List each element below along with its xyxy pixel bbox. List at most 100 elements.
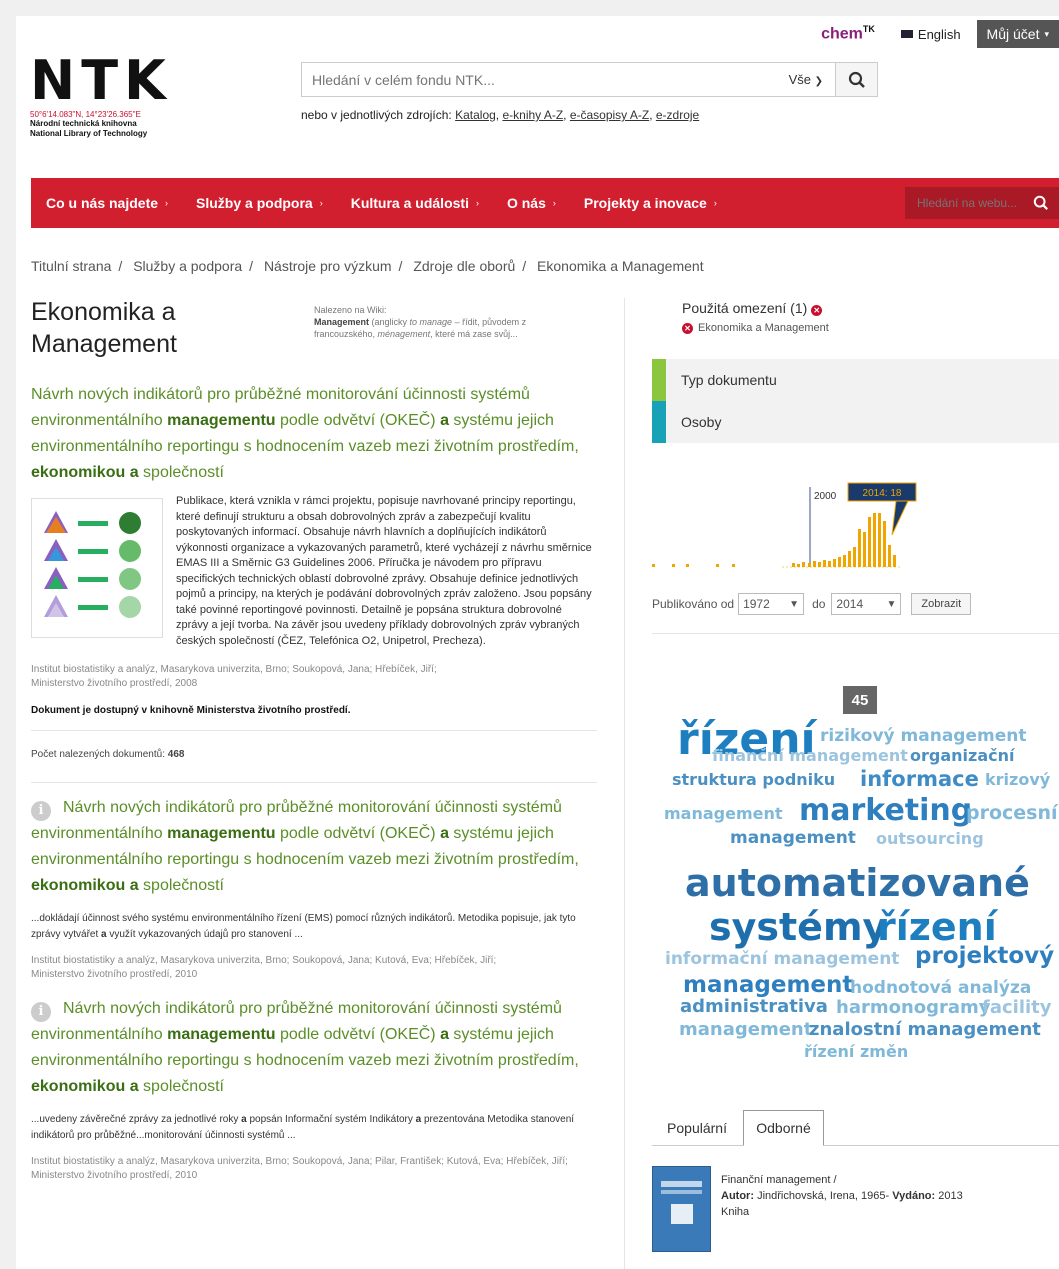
breadcrumb-item[interactable]: Nástroje pro výzkum bbox=[264, 258, 392, 274]
nav-item-culture[interactable]: Kultura a události › bbox=[351, 195, 479, 211]
divider bbox=[652, 633, 1059, 634]
divider bbox=[31, 730, 597, 731]
tag-word[interactable]: marketing bbox=[799, 796, 972, 826]
title-highlight: ekonomikou bbox=[31, 877, 126, 894]
title-highlight: ekonomikou bbox=[31, 1078, 126, 1095]
tag-word[interactable]: řízení změn bbox=[804, 1044, 908, 1060]
title-part: společností bbox=[138, 1078, 224, 1095]
result-count: Počet nalezených dokumentů: 468 bbox=[31, 749, 597, 760]
search-scope-select[interactable]: Vše ❯ bbox=[789, 72, 835, 87]
nav-label: Co u nás najdete bbox=[46, 195, 159, 211]
result-title-link[interactable]: i Návrh nových indikátorů pro průběžné mo… bbox=[31, 795, 597, 899]
nav-item-collections[interactable]: Co u nás najdete › bbox=[46, 195, 168, 211]
tab-popular[interactable]: Populární bbox=[652, 1110, 742, 1146]
pub-from-value: 1972 bbox=[743, 597, 770, 611]
chevron-right-icon: › bbox=[475, 198, 479, 208]
info-icon: i bbox=[31, 801, 51, 821]
tag-word[interactable]: management bbox=[664, 806, 783, 822]
tag-word[interactable]: rizikový management bbox=[820, 728, 1026, 745]
remove-filter-icon[interactable]: ✕ bbox=[682, 323, 693, 334]
sources-prefix: nebo v jednotlivých zdrojích: bbox=[301, 108, 452, 122]
show-button[interactable]: Zobrazit bbox=[911, 593, 972, 615]
search-icon bbox=[848, 71, 865, 88]
facet-label: Typ dokumentu bbox=[681, 372, 777, 388]
pub-from-select[interactable]: 1972 ▼ bbox=[738, 593, 805, 615]
flag-uk-icon bbox=[900, 30, 913, 38]
tag-word[interactable]: řízení bbox=[877, 908, 997, 946]
tag-word[interactable]: krizový bbox=[985, 772, 1050, 788]
result-title-link[interactable]: i Návrh nových indikátorů pro průběžné mo… bbox=[31, 996, 597, 1100]
tag-word[interactable]: znalostní management bbox=[809, 1021, 1041, 1039]
tag-word[interactable]: administrativa bbox=[680, 998, 828, 1016]
tag-word[interactable]: management bbox=[683, 974, 853, 997]
web-search-input[interactable] bbox=[905, 196, 1025, 210]
chevron-down-icon: ❯ bbox=[814, 76, 823, 87]
tag-word[interactable]: projektový bbox=[915, 945, 1054, 968]
tag-word[interactable]: management bbox=[679, 1021, 812, 1039]
tag-word[interactable]: informační management bbox=[665, 951, 899, 968]
site-logo[interactable]: NTK 50°6'14.083"N, 14°23'26.365"E Národn… bbox=[30, 52, 172, 139]
title-highlight: a bbox=[129, 877, 139, 894]
tag-word[interactable]: procesní bbox=[966, 804, 1058, 823]
tag-word[interactable]: systémy bbox=[709, 908, 887, 946]
account-button[interactable]: Můj účet ▾ bbox=[976, 20, 1059, 48]
wiki-text-part: ménagement bbox=[377, 329, 431, 339]
nav-item-services[interactable]: Služby a podpora › bbox=[196, 195, 323, 211]
tag-word[interactable]: struktura podniku bbox=[672, 772, 835, 788]
top-links: chemTK English Můj účet ▾ bbox=[821, 20, 1059, 48]
chemtk-link[interactable]: chemTK bbox=[821, 24, 875, 43]
source-link-ejournals[interactable]: e-časopisy A-Z bbox=[570, 108, 649, 122]
tag-word[interactable]: finanční management bbox=[712, 748, 908, 764]
chevron-right-icon: › bbox=[319, 198, 323, 208]
result-count-label: Počet nalezených dokumentů: bbox=[31, 749, 165, 760]
title-part: podle odvětví (OKEČ) bbox=[275, 825, 441, 842]
used-filters-heading: Použitá omezení (1) ✕ bbox=[682, 300, 1059, 316]
facet-document-type[interactable]: Typ dokumentu bbox=[652, 359, 1059, 401]
breadcrumb-item[interactable]: Zdroje dle oborů bbox=[413, 258, 515, 274]
source-link-eresources[interactable]: e-zdroje bbox=[656, 108, 699, 122]
featured-result: Návrh nových indikátorů pro průběžné mon… bbox=[31, 382, 597, 716]
chem-sup: TK bbox=[862, 24, 875, 35]
histogram-marker-label: 2000 bbox=[814, 491, 837, 502]
nav-label: Služby a podpora bbox=[196, 195, 313, 211]
wiki-snippet[interactable]: Nalezeno na Wiki: Management (anglicky t… bbox=[314, 304, 574, 340]
nav-item-projects[interactable]: Projekty a inovace › bbox=[584, 195, 717, 211]
tag-word[interactable]: informace bbox=[860, 769, 979, 790]
tag-word[interactable]: facility bbox=[982, 999, 1052, 1017]
web-search bbox=[905, 187, 1059, 219]
clear-filters-icon[interactable]: ✕ bbox=[811, 305, 823, 316]
source-link-ebooks[interactable]: e-knihy A-Z bbox=[502, 108, 563, 122]
result-meta: Institut biostatistiky a analýz, Masaryk… bbox=[31, 663, 597, 691]
snippet-part: ...uvedeny závěrečné zprávy za jednotliv… bbox=[31, 1114, 242, 1125]
source-link-katalog[interactable]: Katalog bbox=[455, 108, 496, 122]
facet-color-bar bbox=[652, 401, 666, 443]
pub-to-select[interactable]: 2014 ▼ bbox=[831, 593, 902, 615]
breadcrumb: Titulní strana / Služby a podpora / Nástro… bbox=[31, 258, 704, 274]
book-details: Finanční management / Autor: Jindřichovs… bbox=[721, 1172, 963, 1220]
document-thumbnail[interactable] bbox=[31, 498, 163, 638]
search-button[interactable] bbox=[835, 63, 877, 96]
catalog-search-input[interactable] bbox=[302, 71, 789, 88]
tag-word[interactable]: harmonogramy bbox=[836, 999, 991, 1017]
result-publisher: Ministerstvo životního prostředí, 2008 bbox=[31, 678, 198, 689]
info-icon: i bbox=[31, 1002, 51, 1022]
breadcrumb-item[interactable]: Služby a podpora bbox=[133, 258, 242, 274]
facet-sidebar: Použitá omezení (1) ✕ ✕ Ekonomika a Manag… bbox=[652, 296, 1059, 634]
result-title-link[interactable]: Návrh nových indikátorů pro průběžné mon… bbox=[31, 382, 597, 486]
tab-expert[interactable]: Odborné bbox=[743, 1110, 824, 1146]
breadcrumb-separator: / bbox=[522, 258, 527, 274]
nav-item-about[interactable]: O nás › bbox=[507, 195, 556, 211]
breadcrumb-item[interactable]: Titulní strana bbox=[31, 258, 111, 274]
facet-persons[interactable]: Osoby bbox=[652, 401, 1059, 443]
book-title[interactable]: Finanční management / bbox=[721, 1172, 963, 1188]
used-filter-item[interactable]: ✕ Ekonomika a Management bbox=[682, 322, 1059, 334]
language-switch[interactable]: English bbox=[900, 27, 961, 42]
publication-histogram[interactable]: 2000 2014: 18 bbox=[652, 477, 1059, 577]
tag-word[interactable]: outsourcing bbox=[876, 831, 984, 847]
search-icon[interactable] bbox=[1033, 195, 1049, 211]
result-snippet: ...dokládají účinnost svého systému envi… bbox=[31, 911, 597, 942]
tag-word[interactable]: management bbox=[730, 830, 856, 847]
tag-word[interactable]: organizační bbox=[910, 748, 1014, 764]
tag-word[interactable]: automatizované bbox=[685, 864, 1030, 902]
tag-word[interactable]: hodnotová analýza bbox=[850, 980, 1031, 997]
